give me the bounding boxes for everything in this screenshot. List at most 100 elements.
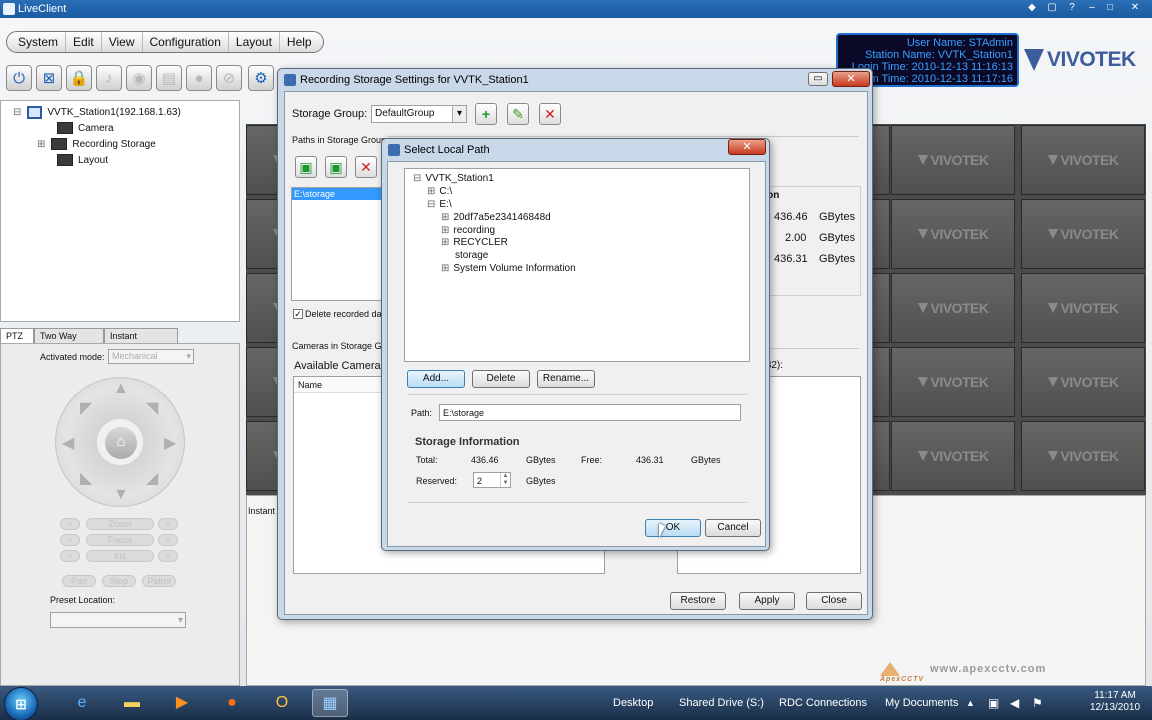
apply-button[interactable]: Apply bbox=[739, 592, 795, 610]
add-group-button[interactable]: + bbox=[475, 103, 497, 125]
arrow-up-icon[interactable]: ▲ bbox=[113, 380, 129, 398]
home-icon[interactable]: ⌂ bbox=[105, 427, 137, 459]
help-icon[interactable]: ? bbox=[1064, 1, 1080, 15]
folder-tree-root[interactable]: ⊟ VVTK_Station1 bbox=[413, 173, 494, 184]
storage-dialog-close-icon[interactable]: ✕ bbox=[832, 71, 870, 87]
iris-open-button[interactable]: + bbox=[158, 550, 178, 562]
folder-item[interactable]: ⊞ recording bbox=[441, 225, 495, 236]
video-cell[interactable]: VIVOTEK bbox=[891, 347, 1015, 417]
folder-tree[interactable]: ⊟ VVTK_Station1 ⊞ C:\ ⊟ E:\ ⊞ 20df7a5e234146… bbox=[404, 168, 750, 362]
tree-station[interactable]: ⊟ VVTK_Station1(192.168.1.63) bbox=[13, 106, 181, 119]
preset-location-select[interactable]: ▾ bbox=[50, 612, 186, 628]
folder-item[interactable]: ⊞ System Volume Information bbox=[441, 263, 576, 274]
tab-instant-playback[interactable]: Instant Playback bbox=[104, 328, 178, 355]
delete-recorded-checkbox[interactable]: ✓ bbox=[293, 309, 303, 319]
video-cell[interactable]: VIVOTEK bbox=[1021, 125, 1145, 195]
network-button[interactable]: ⊠ bbox=[36, 65, 62, 91]
tab-two-way-audio[interactable]: Two Way Audio bbox=[34, 328, 104, 355]
folder-item-selected[interactable]: storage bbox=[455, 250, 488, 261]
close-button[interactable]: Close bbox=[806, 592, 862, 610]
folder-item[interactable]: ⊞ 20df7a5e234146848d bbox=[441, 212, 551, 223]
expand-icon[interactable]: ⊞ bbox=[441, 212, 449, 223]
video-cell[interactable]: VIVOTEK bbox=[891, 421, 1015, 491]
expand-icon[interactable]: ⊞ bbox=[441, 225, 449, 236]
arrow-down-icon[interactable]: ▼ bbox=[113, 486, 129, 504]
collapse-icon[interactable]: ⊟ bbox=[13, 107, 21, 118]
close-icon[interactable]: ✕ bbox=[1122, 1, 1148, 15]
flag-tray-icon[interactable]: ⚑ bbox=[1032, 686, 1043, 720]
print-button[interactable]: ▤ bbox=[156, 65, 182, 91]
video-cell[interactable]: VIVOTEK bbox=[1021, 273, 1145, 343]
expand-icon[interactable]: ⊞ bbox=[441, 237, 449, 248]
arrow-down-left-icon[interactable]: ◣ bbox=[80, 468, 92, 488]
record-button[interactable]: ● bbox=[186, 65, 212, 91]
folder-item[interactable]: ⊞ RECYCLER bbox=[441, 237, 508, 248]
rdc-connections-toolbar[interactable]: RDC Connections bbox=[779, 686, 867, 720]
arrow-up-right-icon[interactable]: ◥ bbox=[146, 398, 158, 418]
folder-c-drive[interactable]: ⊞ C:\ bbox=[427, 186, 452, 197]
patrol-button[interactable]: Patrol bbox=[142, 575, 176, 587]
taskbar-clock[interactable]: 11:17 AM 12/13/2010 bbox=[1090, 690, 1140, 714]
snapshot-button[interactable]: ◉ bbox=[126, 65, 152, 91]
explorer-taskbar-button[interactable]: ▬ bbox=[114, 689, 150, 717]
add-path-button[interactable]: ▣ bbox=[295, 156, 317, 178]
firefox-taskbar-button[interactable]: ● bbox=[214, 689, 250, 717]
zoom-out-button[interactable]: − bbox=[60, 518, 80, 530]
shared-drive-toolbar[interactable]: Shared Drive (S:) bbox=[679, 686, 764, 720]
desktop-toolbar[interactable]: Desktop bbox=[613, 686, 653, 720]
activated-mode-select[interactable]: Mechanical ▾ bbox=[108, 349, 194, 364]
delete-path-button[interactable]: ✕ bbox=[355, 156, 377, 178]
video-cell[interactable]: VIVOTEK bbox=[1021, 199, 1145, 269]
collapse-icon[interactable]: ⊟ bbox=[427, 199, 435, 210]
edit-path-button[interactable]: ▣ bbox=[325, 156, 347, 178]
expand-icon[interactable]: ⊞ bbox=[427, 186, 435, 197]
volume-tray-icon[interactable]: ◀ bbox=[1010, 686, 1019, 720]
restore-icon[interactable]: ▢ bbox=[1044, 1, 1060, 15]
maximize-icon[interactable]: □ bbox=[1102, 1, 1118, 15]
network-tray-icon[interactable]: ▣ bbox=[988, 686, 999, 720]
delete-folder-button[interactable]: Delete bbox=[472, 370, 530, 388]
storage-dialog-restore-icon[interactable]: ▭ bbox=[808, 72, 828, 86]
power-button[interactable]: ⏻ bbox=[6, 65, 32, 91]
focus-far-button[interactable]: + bbox=[158, 534, 178, 546]
menu-view[interactable]: View bbox=[102, 32, 143, 52]
menu-edit[interactable]: Edit bbox=[66, 32, 102, 52]
path-list-item[interactable]: E:\storage bbox=[292, 188, 382, 200]
arrow-up-left-icon[interactable]: ◤ bbox=[80, 398, 92, 418]
settings-button[interactable]: ⚙ bbox=[248, 65, 274, 91]
path-input[interactable]: E:\storage bbox=[439, 404, 741, 421]
audio-button[interactable]: ♪ bbox=[96, 65, 122, 91]
video-cell[interactable]: VIVOTEK bbox=[1021, 421, 1145, 491]
menu-configuration[interactable]: Configuration bbox=[143, 32, 229, 52]
video-cell[interactable]: VIVOTEK bbox=[1021, 347, 1145, 417]
video-cell[interactable]: VIVOTEK bbox=[891, 199, 1015, 269]
tree-camera[interactable]: Camera bbox=[57, 122, 114, 134]
folder-e-drive[interactable]: ⊟ E:\ bbox=[427, 199, 452, 210]
expand-icon[interactable]: ⊞ bbox=[441, 263, 449, 274]
reserved-spinner[interactable]: 2 ▲ ▼ bbox=[473, 472, 511, 488]
arrow-right-icon[interactable]: ▶ bbox=[164, 433, 176, 453]
iris-close-button[interactable]: − bbox=[60, 550, 80, 562]
path-dialog-close-icon[interactable]: ✕ bbox=[728, 139, 766, 155]
media-player-taskbar-button[interactable]: ▶ bbox=[164, 689, 200, 717]
delete-group-button[interactable]: ✕ bbox=[539, 103, 561, 125]
resize-icon[interactable]: ◆ bbox=[1024, 1, 1040, 15]
lock-button[interactable]: 🔒 bbox=[66, 65, 92, 91]
ie-taskbar-button[interactable]: e bbox=[64, 689, 100, 717]
spinner-arrows-icon[interactable]: ▲ ▼ bbox=[500, 473, 510, 487]
ok-button[interactable]: OK bbox=[645, 519, 701, 537]
menu-system[interactable]: System bbox=[11, 32, 67, 52]
edit-group-button[interactable]: ✎ bbox=[507, 103, 529, 125]
zoom-in-button[interactable]: + bbox=[158, 518, 178, 530]
arrow-down-right-icon[interactable]: ◢ bbox=[146, 468, 158, 488]
storage-group-select[interactable]: DefaultGroup ▾ bbox=[371, 105, 467, 123]
expand-icon[interactable]: ⊞ bbox=[37, 139, 45, 150]
liveclient-taskbar-button[interactable]: ▦ bbox=[312, 689, 348, 717]
menu-help[interactable]: Help bbox=[280, 32, 319, 52]
my-documents-toolbar[interactable]: My Documents bbox=[885, 686, 958, 720]
minimize-icon[interactable]: – bbox=[1084, 1, 1100, 15]
rename-folder-button[interactable]: Rename... bbox=[537, 370, 595, 388]
cancel-button[interactable]: Cancel bbox=[705, 519, 761, 537]
start-button[interactable]: ⊞ bbox=[4, 687, 38, 720]
focus-near-button[interactable]: − bbox=[60, 534, 80, 546]
